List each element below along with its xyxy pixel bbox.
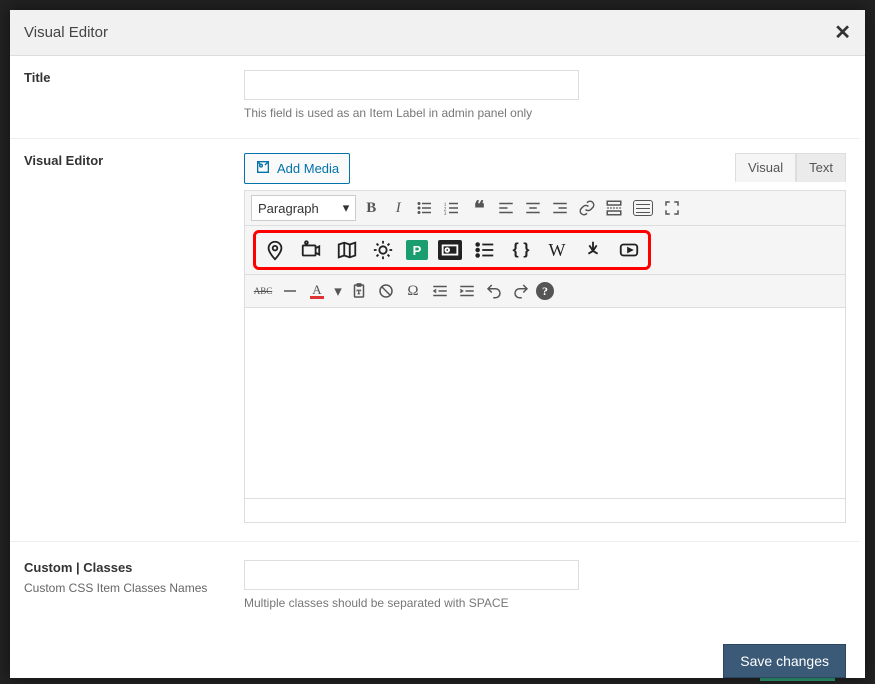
classes-label: Custom | Classes bbox=[24, 560, 244, 575]
toolbar-row-1: Paragraph ▾ B I 123 ❝ bbox=[245, 191, 845, 226]
link-button[interactable] bbox=[575, 196, 599, 220]
title-hint: This field is used as an Item Label in a… bbox=[244, 106, 846, 120]
close-icon[interactable]: ✕ bbox=[834, 20, 851, 45]
brightness-icon[interactable] bbox=[370, 237, 396, 263]
clear-format-button[interactable] bbox=[374, 279, 398, 303]
special-char-button[interactable]: Ω bbox=[401, 279, 425, 303]
list-icon[interactable] bbox=[472, 237, 498, 263]
svg-text:T: T bbox=[357, 289, 362, 296]
hr-button[interactable] bbox=[278, 279, 302, 303]
editor-row: Visual Editor Add Media Visual Text bbox=[10, 139, 860, 542]
title-row: Title This field is used as an Item Labe… bbox=[10, 52, 860, 139]
undo-button[interactable] bbox=[482, 279, 506, 303]
editor-textarea[interactable] bbox=[245, 308, 845, 498]
strikethrough-button[interactable]: ABC bbox=[251, 279, 275, 303]
bold-button[interactable]: B bbox=[359, 196, 383, 220]
classes-row: Custom | Classes Custom CSS Item Classes… bbox=[10, 542, 860, 628]
map-icon[interactable] bbox=[334, 237, 360, 263]
editor-container: Paragraph ▾ B I 123 ❝ bbox=[244, 190, 846, 523]
blockquote-button[interactable]: ❝ bbox=[467, 196, 491, 220]
save-button[interactable]: Save changes bbox=[723, 644, 846, 678]
camera-icon[interactable] bbox=[298, 237, 324, 263]
classes-hint: Multiple classes should be separated wit… bbox=[244, 596, 846, 610]
modal-header: Visual Editor ✕ bbox=[10, 10, 865, 56]
align-right-button[interactable] bbox=[548, 196, 572, 220]
editor-statusbar bbox=[245, 498, 845, 522]
modal-body: Title This field is used as an Item Labe… bbox=[10, 52, 865, 678]
numbered-list-button[interactable]: 123 bbox=[440, 196, 464, 220]
italic-button[interactable]: I bbox=[386, 196, 410, 220]
braces-icon[interactable]: { } bbox=[508, 237, 534, 263]
wikipedia-icon[interactable]: W bbox=[544, 237, 570, 263]
add-media-label: Add Media bbox=[277, 161, 339, 176]
editor-tabs: Visual Text bbox=[735, 153, 846, 182]
classes-sublabel: Custom CSS Item Classes Names bbox=[24, 581, 244, 595]
text-color-button[interactable]: A bbox=[305, 279, 329, 303]
toolbar-row-2: P { } W bbox=[245, 226, 845, 275]
paste-text-button[interactable]: T bbox=[347, 279, 371, 303]
classes-input[interactable] bbox=[244, 560, 579, 590]
media-icon bbox=[255, 159, 271, 178]
yelp-icon[interactable] bbox=[580, 237, 606, 263]
title-label: Title bbox=[24, 70, 244, 85]
title-input[interactable] bbox=[244, 70, 579, 100]
svg-text:3: 3 bbox=[444, 211, 447, 217]
align-left-button[interactable] bbox=[494, 196, 518, 220]
redo-button[interactable] bbox=[509, 279, 533, 303]
format-select[interactable]: Paragraph ▾ bbox=[251, 195, 356, 221]
outdent-button[interactable] bbox=[428, 279, 452, 303]
align-center-button[interactable] bbox=[521, 196, 545, 220]
youtube-icon[interactable] bbox=[616, 237, 642, 263]
fullscreen-button[interactable] bbox=[660, 196, 684, 220]
add-media-button[interactable]: Add Media bbox=[244, 153, 350, 184]
readmore-button[interactable] bbox=[602, 196, 626, 220]
modal-title: Visual Editor bbox=[24, 24, 108, 41]
location-pin-icon[interactable] bbox=[262, 237, 288, 263]
bullet-list-button[interactable] bbox=[413, 196, 437, 220]
text-color-dropdown[interactable]: ▾ bbox=[332, 279, 344, 303]
help-button[interactable]: ? bbox=[536, 282, 554, 300]
toolbar-row-3: ABC A ▾ T Ω bbox=[245, 275, 845, 308]
tab-visual[interactable]: Visual bbox=[735, 153, 796, 182]
chevron-down-icon: ▾ bbox=[343, 200, 350, 216]
format-select-label: Paragraph bbox=[258, 201, 319, 216]
embed-badge-icon[interactable] bbox=[438, 240, 462, 260]
modal-footer: Save changes bbox=[10, 628, 860, 678]
visual-editor-modal: Visual Editor ✕ Title This field is used… bbox=[10, 10, 865, 678]
keyboard-icon[interactable] bbox=[629, 196, 657, 220]
editor-label: Visual Editor bbox=[24, 153, 244, 168]
indent-button[interactable] bbox=[455, 279, 479, 303]
tab-text[interactable]: Text bbox=[796, 153, 846, 182]
p-badge-icon[interactable]: P bbox=[406, 240, 428, 260]
plugin-toolbar-highlight: P { } W bbox=[253, 230, 651, 270]
